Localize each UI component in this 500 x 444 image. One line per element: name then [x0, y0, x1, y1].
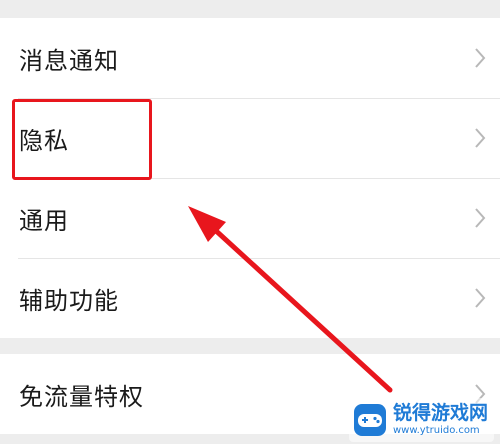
- chevron-right-icon: [475, 288, 486, 308]
- settings-item-label: 消息通知: [19, 46, 119, 75]
- watermark-url: www.ytruido.com: [392, 425, 480, 436]
- settings-item-accessibility[interactable]: 辅助功能: [0, 258, 500, 338]
- watermark-text: 锐得游戏网 www.ytruido.com: [393, 404, 488, 436]
- settings-item-label: 通用: [19, 206, 69, 235]
- settings-item-general[interactable]: 通用: [0, 178, 500, 258]
- watermark-name: 锐得游戏网: [392, 402, 488, 424]
- settings-item-notifications[interactable]: 消息通知: [0, 18, 500, 98]
- chevron-right-icon: [475, 128, 486, 148]
- settings-item-label: 辅助功能: [19, 286, 119, 315]
- chevron-right-icon: [475, 48, 486, 68]
- chevron-right-icon: [475, 208, 486, 228]
- watermark: 锐得游戏网 www.ytruido.com: [348, 398, 494, 442]
- gamepad-logo-icon: [353, 404, 386, 436]
- highlight-box: [12, 99, 152, 180]
- settings-item-label: 免流量特权: [19, 382, 144, 411]
